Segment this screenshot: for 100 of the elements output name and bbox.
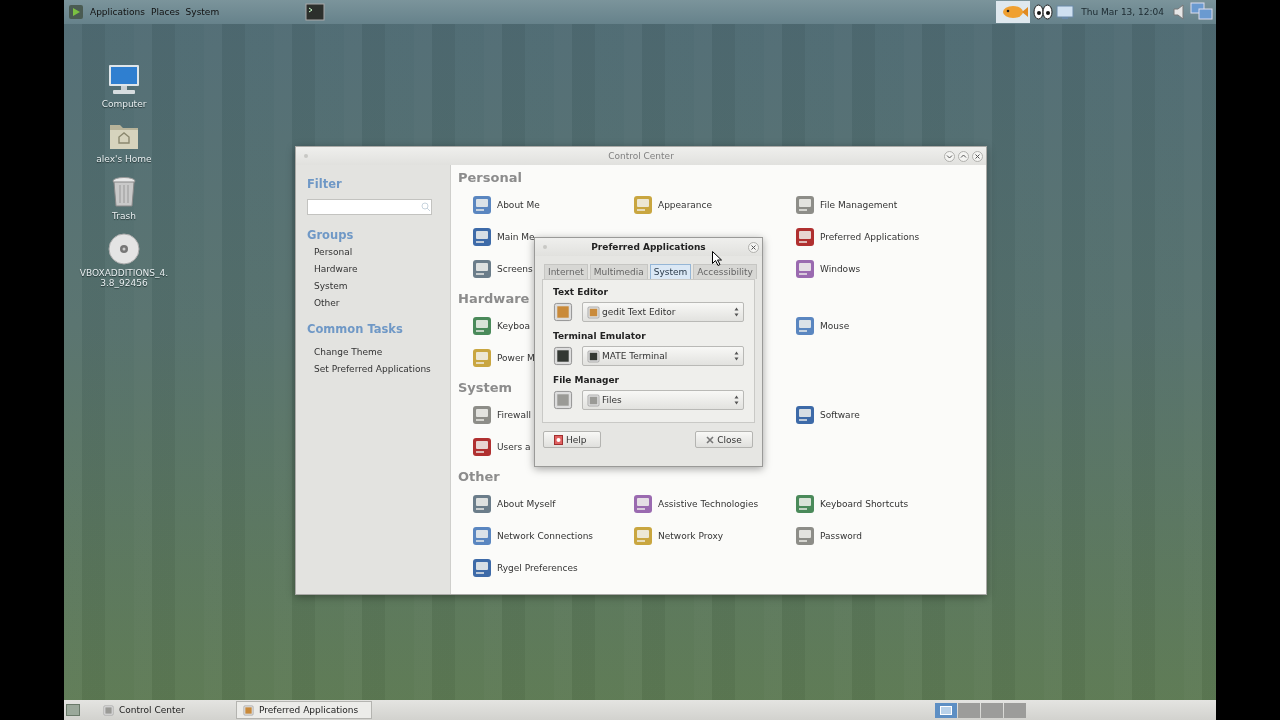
app-icon <box>553 390 573 410</box>
terminal-icon[interactable] <box>305 3 326 21</box>
app-icon <box>794 525 816 547</box>
applet-link[interactable]: Users a <box>497 442 531 452</box>
tab[interactable]: Accessibility <box>693 264 757 279</box>
workspace[interactable] <box>935 702 957 718</box>
show-desktop-icon[interactable] <box>66 704 80 716</box>
window-icon <box>103 704 114 716</box>
applet-link[interactable]: Software <box>820 410 860 420</box>
help-icon <box>554 434 563 445</box>
disc-icon[interactable] <box>108 233 140 265</box>
app-icon <box>471 315 493 337</box>
app-icon <box>553 346 573 366</box>
clock[interactable]: Thu Mar 13, 12:04 <box>1081 7 1164 17</box>
tab[interactable]: System <box>649 264 692 279</box>
icon-label[interactable]: VBOXADDITIONS_4. 3.8_92456 <box>79 268 169 288</box>
close-icon[interactable] <box>972 150 983 162</box>
workspace[interactable] <box>1004 702 1026 718</box>
group-label: File Manager <box>553 375 621 385</box>
task-link[interactable]: Change Theme <box>307 344 444 361</box>
speaker-icon[interactable] <box>1173 4 1187 20</box>
help-button[interactable]: Help <box>543 431 601 448</box>
section-title: Hardware <box>457 290 530 308</box>
app-icon <box>587 305 600 319</box>
icon-label[interactable]: Computer <box>101 99 147 109</box>
icon-label[interactable]: alex's Home <box>96 154 152 164</box>
play-icon[interactable] <box>68 4 84 20</box>
section-title: System <box>457 379 513 397</box>
tab[interactable]: Multimedia <box>589 264 648 279</box>
applet-link[interactable]: About Myself <box>497 499 556 509</box>
app-icon <box>632 194 654 216</box>
minimize-icon[interactable] <box>944 150 955 162</box>
app-icon <box>553 302 573 322</box>
applet-link[interactable]: Network Connections <box>497 531 594 541</box>
group-link[interactable]: System <box>307 278 444 295</box>
applet-link[interactable]: Rygel Preferences <box>497 563 578 573</box>
tab[interactable]: Internet <box>544 264 588 279</box>
search-field[interactable] <box>307 199 432 215</box>
workspace[interactable] <box>958 702 980 718</box>
taskbar-button[interactable]: Control Center <box>96 701 232 719</box>
app-icon <box>471 226 493 248</box>
applet-link[interactable]: About Me <box>497 200 540 210</box>
group-link[interactable]: Other <box>307 295 444 312</box>
applet-link[interactable]: Assistive Technologies <box>658 499 759 509</box>
close-button[interactable]: Close <box>695 431 753 448</box>
applet-link[interactable]: Windows <box>820 264 861 274</box>
computer-icon[interactable] <box>107 64 141 96</box>
group-link[interactable]: Personal <box>307 244 444 261</box>
eyes-icon[interactable] <box>1033 4 1054 20</box>
app-icon <box>471 493 493 515</box>
trash-icon[interactable] <box>111 176 137 208</box>
app-icon <box>794 404 816 426</box>
window-title: Control Center <box>607 151 675 161</box>
applet-link[interactable]: Keyboa <box>497 321 531 331</box>
app-icon <box>471 347 493 369</box>
menu-item[interactable]: Places <box>151 7 180 17</box>
cursor-icon <box>712 251 722 266</box>
applet-link[interactable]: Main Me <box>497 232 535 242</box>
dialog-title: Preferred Applications <box>590 242 707 252</box>
group-link[interactable]: Hardware <box>307 261 444 278</box>
app-icon <box>471 194 493 216</box>
app-icon <box>471 557 493 579</box>
applet-link[interactable]: Screens <box>497 264 533 274</box>
applet-link[interactable]: Keyboard Shortcuts <box>820 499 909 509</box>
section-heading: Common Tasks <box>307 321 404 338</box>
app-icon <box>632 525 654 547</box>
window-icon <box>243 704 254 716</box>
app-icon <box>471 258 493 280</box>
spinner-arrows-icon <box>734 351 739 361</box>
dropdown[interactable]: gedit Text Editor <box>582 302 744 322</box>
icon-label[interactable]: Trash <box>112 211 136 221</box>
applet-link[interactable]: Appearance <box>658 200 713 210</box>
applet-link[interactable]: Power M <box>497 353 535 363</box>
applet-link[interactable]: Password <box>820 531 863 541</box>
section-title: Other <box>457 468 500 486</box>
close-icon[interactable] <box>748 241 759 253</box>
network-icon[interactable] <box>1190 2 1214 22</box>
section-heading: Groups <box>307 227 355 244</box>
workspace[interactable] <box>981 702 1003 718</box>
group-label: Text Editor <box>553 287 609 297</box>
section-heading: Filter <box>307 176 343 193</box>
spinner-arrows-icon <box>734 395 739 405</box>
search-icon <box>421 202 431 212</box>
group-label: Terminal Emulator <box>553 331 647 341</box>
applet-link[interactable]: File Management <box>820 200 898 210</box>
spinner-arrows-icon <box>734 307 739 317</box>
task-link[interactable]: Set Preferred Applications <box>307 361 444 378</box>
taskbar-button[interactable]: Preferred Applications <box>236 701 372 719</box>
applet-link[interactable]: Mouse <box>820 321 850 331</box>
applet-link[interactable]: Network Proxy <box>658 531 724 541</box>
menu-item[interactable]: Applications <box>90 7 145 17</box>
applet-link[interactable]: Preferred Applications <box>820 232 920 242</box>
section-title: Personal <box>457 169 522 187</box>
app-icon <box>632 493 654 515</box>
app-icon <box>471 404 493 426</box>
applet-link[interactable]: Firewall <box>497 410 531 420</box>
dropdown[interactable]: MATE Terminal <box>582 346 744 366</box>
menu-item[interactable]: System <box>185 7 220 17</box>
dropdown[interactable]: Files <box>582 390 744 410</box>
app-icon <box>794 194 816 216</box>
